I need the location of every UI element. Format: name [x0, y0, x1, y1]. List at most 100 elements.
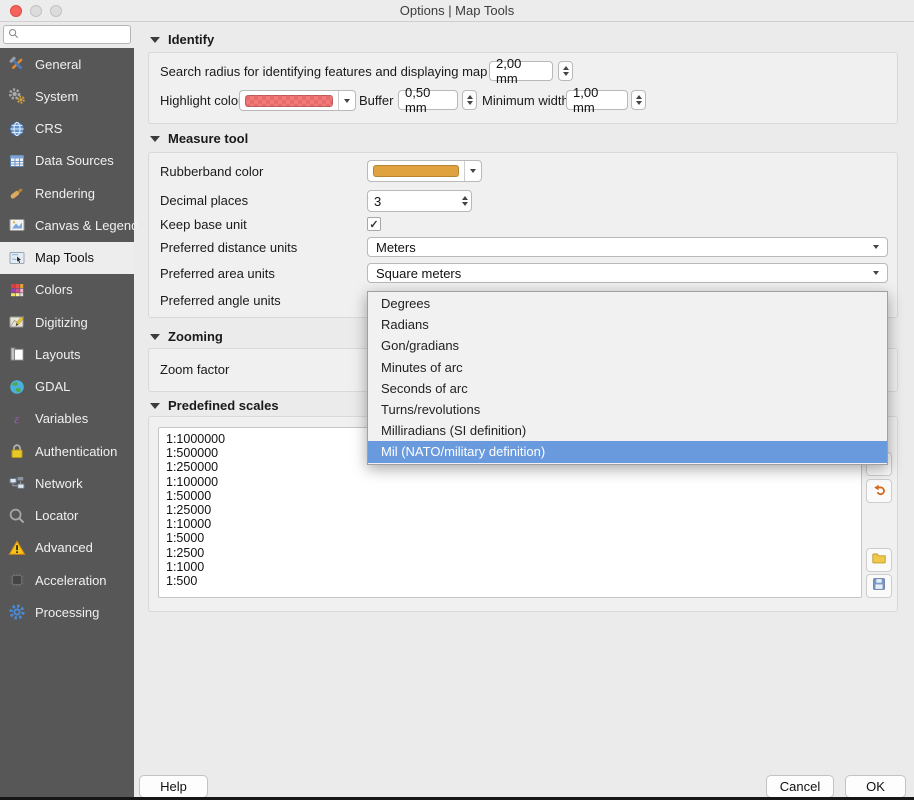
preferred-distance-units-combobox[interactable]: Meters: [367, 237, 888, 257]
buffer-label: Buffer: [359, 93, 393, 108]
sidebar-item-label: Canvas & Legend: [35, 218, 138, 233]
dropdown-option[interactable]: Minutes of arc: [368, 357, 887, 378]
collapse-triangle-icon: [150, 403, 160, 409]
titlebar: Options | Map Tools: [0, 0, 914, 22]
section-title: Zooming: [168, 329, 223, 344]
search-radius-field[interactable]: 2,00 mm: [489, 61, 553, 81]
keep-base-unit-checkbox[interactable]: ✓: [367, 217, 381, 231]
sidebar-item-acceleration[interactable]: Acceleration: [0, 564, 134, 596]
minimum-width-stepper[interactable]: [631, 90, 646, 110]
minimum-width-field[interactable]: 1,00 mm: [566, 90, 628, 110]
sidebar-item-advanced[interactable]: Advanced: [0, 532, 134, 564]
sidebar-item-locator[interactable]: Locator: [0, 500, 134, 532]
buffer-field[interactable]: 0,50 mm: [398, 90, 458, 110]
sidebar-item-gdal[interactable]: GDAL: [0, 371, 134, 403]
preferred-distance-units-label: Preferred distance units: [160, 240, 297, 255]
chevron-down-icon: [873, 245, 879, 249]
scale-item[interactable]: 1:50000: [166, 489, 861, 503]
section-title: Predefined scales: [168, 398, 279, 413]
dropdown-option[interactable]: Radians: [368, 314, 887, 335]
scale-item[interactable]: 1:5000: [166, 531, 861, 545]
preferred-area-units-combobox[interactable]: Square meters: [367, 263, 888, 283]
dropdown-option[interactable]: Degrees: [368, 293, 887, 314]
import-scales-button[interactable]: [866, 548, 892, 572]
collapse-triangle-icon: [150, 37, 160, 43]
decimal-places-field[interactable]: 3: [367, 190, 472, 212]
ok-button[interactable]: OK: [845, 775, 906, 798]
sidebar-search-box[interactable]: [3, 25, 131, 44]
sidebar-item-general[interactable]: General: [0, 48, 134, 80]
scale-item[interactable]: 1:500: [166, 574, 861, 588]
minimum-width-label: Minimum width: [482, 93, 569, 108]
help-button[interactable]: Help: [139, 775, 208, 798]
sidebar-item-network[interactable]: Network: [0, 467, 134, 499]
highlight-color-label: Highlight color: [160, 93, 242, 108]
paintbrush-icon: [8, 184, 26, 202]
rubberband-color-label: Rubberband color: [160, 164, 263, 179]
search-icon: [8, 26, 19, 44]
lock-icon: [8, 442, 26, 460]
highlight-color-button[interactable]: [239, 90, 356, 111]
section-title: Identify: [168, 32, 214, 47]
collapse-triangle-icon: [150, 334, 160, 340]
dropdown-option[interactable]: Milliradians (SI definition): [368, 420, 887, 441]
chip-icon: [8, 571, 26, 589]
cancel-button[interactable]: Cancel: [766, 775, 834, 798]
export-scales-button[interactable]: [866, 574, 892, 598]
gear-blue-icon: [8, 603, 26, 621]
sidebar-item-label: Map Tools: [35, 250, 94, 265]
check-icon: ✓: [369, 218, 378, 231]
decimal-places-stepper[interactable]: [462, 191, 468, 211]
sidebar-item-label: GDAL: [35, 379, 70, 394]
section-header-identify[interactable]: Identify: [150, 32, 214, 47]
minimize-window-button[interactable]: [30, 5, 42, 17]
chevron-down-icon[interactable]: [464, 161, 481, 181]
dropdown-option[interactable]: Gon/gradians: [368, 335, 887, 356]
sidebar-item-digitizing[interactable]: Digitizing: [0, 306, 134, 338]
sidebar-item-data-sources[interactable]: Data Sources: [0, 145, 134, 177]
sidebar-item-colors[interactable]: Colors: [0, 274, 134, 306]
chevron-down-icon[interactable]: [338, 91, 355, 110]
dropdown-option[interactable]: Turns/revolutions: [368, 399, 887, 420]
sidebar-search-strip: [0, 22, 134, 48]
sidebar-item-map-tools[interactable]: Map Tools: [0, 242, 134, 274]
close-window-button[interactable]: [10, 5, 22, 17]
sidebar-item-label: Acceleration: [35, 573, 107, 588]
sidebar-item-system[interactable]: System: [0, 80, 134, 112]
color-grid-icon: [8, 281, 26, 299]
maximize-window-button[interactable]: [50, 5, 62, 17]
map-pencil-icon: [8, 313, 26, 331]
sidebar-item-authentication[interactable]: Authentication: [0, 435, 134, 467]
search-radius-stepper[interactable]: [558, 61, 573, 81]
map-picture-icon: [8, 216, 26, 234]
section-header-zooming[interactable]: Zooming: [150, 329, 223, 344]
chevron-down-icon: [873, 271, 879, 275]
sidebar-item-layouts[interactable]: Layouts: [0, 338, 134, 370]
scale-item[interactable]: 1:100000: [166, 475, 861, 489]
angle-units-dropdown: Degrees Radians Gon/gradians Minutes of …: [367, 291, 888, 465]
floppy-disk-icon: [871, 576, 887, 597]
gears-icon: [8, 87, 26, 105]
magnifier-icon: [8, 507, 26, 525]
sidebar-search-input[interactable]: [22, 28, 122, 42]
scale-item[interactable]: 1:2500: [166, 546, 861, 560]
warning-icon: [8, 539, 26, 557]
scale-item[interactable]: 1:25000: [166, 503, 861, 517]
rubberband-color-button[interactable]: [367, 160, 482, 182]
section-header-predefined-scales[interactable]: Predefined scales: [150, 398, 279, 413]
sidebar-item-label: Variables: [35, 411, 88, 426]
sidebar-item-rendering[interactable]: Rendering: [0, 177, 134, 209]
restore-default-scales-button[interactable]: [866, 479, 892, 503]
sidebar-item-canvas-legend[interactable]: Canvas & Legend: [0, 209, 134, 241]
section-header-measure-tool[interactable]: Measure tool: [150, 131, 248, 146]
search-radius-label: Search radius for identifying features a…: [160, 64, 511, 79]
dropdown-option-selected[interactable]: Mil (NATO/military definition): [368, 441, 887, 462]
dropdown-option[interactable]: Seconds of arc: [368, 378, 887, 399]
buffer-stepper[interactable]: [462, 90, 477, 110]
rubberband-color-swatch: [373, 165, 459, 177]
scale-item[interactable]: 1:10000: [166, 517, 861, 531]
sidebar-item-variables[interactable]: ε Variables: [0, 403, 134, 435]
sidebar-item-processing[interactable]: Processing: [0, 596, 134, 628]
sidebar-item-crs[interactable]: CRS: [0, 113, 134, 145]
scale-item[interactable]: 1:1000: [166, 560, 861, 574]
